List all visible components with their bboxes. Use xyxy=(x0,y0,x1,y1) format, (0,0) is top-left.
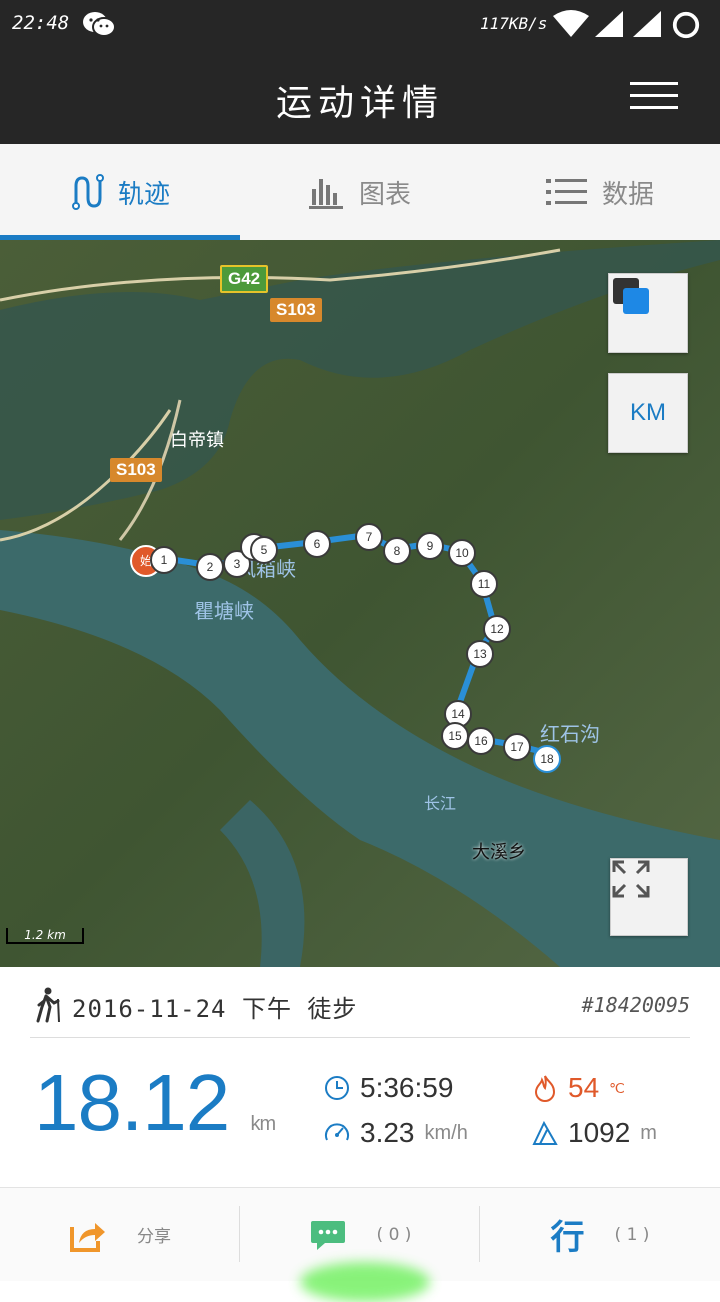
signal-icon xyxy=(595,11,623,37)
duration-stat: 5:36:59 xyxy=(324,1072,453,1104)
activity-summary: 2016-11-24 下午 徒步 #18420095 18.12 km 5:36… xyxy=(0,967,720,1187)
share-label: 分享 xyxy=(137,1227,171,1247)
speedometer-icon xyxy=(325,1123,349,1141)
fullscreen-button[interactable] xyxy=(610,858,688,936)
road-label: S103 xyxy=(110,458,162,482)
route-marker[interactable]: 8 xyxy=(383,537,411,565)
home-indicator-glow xyxy=(300,1262,430,1302)
route-marker[interactable]: 1 xyxy=(150,546,178,574)
speed-unit: km/h xyxy=(424,1121,468,1144)
app-bar: 运动详情 xyxy=(0,48,720,144)
comment-icon xyxy=(310,1220,345,1250)
route-marker[interactable]: 5 xyxy=(250,536,278,564)
map-view[interactable]: G42 S103 S103 白帝镇 瞿塘峡 风箱峡 红石沟 长江 大溪乡 始 1… xyxy=(0,240,720,967)
status-time: 22:48 xyxy=(12,12,70,34)
status-bar: 22:48 117KB/s xyxy=(0,0,720,48)
route-marker[interactable]: 16 xyxy=(467,727,495,755)
place-label: 白帝镇 xyxy=(170,430,224,451)
map-layer-button[interactable] xyxy=(608,273,688,353)
tab-track[interactable]: 轨迹 xyxy=(0,144,240,240)
fullscreen-icon xyxy=(612,860,650,898)
distance-value: 18.12 km xyxy=(34,1057,276,1149)
activity-date: 2016-11-24 下午 徒步 xyxy=(72,995,358,1023)
route-marker[interactable]: 17 xyxy=(503,733,531,761)
share-icon xyxy=(70,1222,105,1252)
elevation-unit: m xyxy=(640,1121,657,1144)
elevation-value: 1092 xyxy=(568,1117,631,1148)
temperature-unit: ℃ xyxy=(609,1079,625,1096)
track-icon xyxy=(71,174,104,210)
wifi-icon xyxy=(553,10,589,37)
xing-label: 行 xyxy=(550,1218,585,1258)
end-marker[interactable]: 18 xyxy=(533,745,561,773)
place-label: 大溪乡 xyxy=(472,842,526,863)
road-label: G42 xyxy=(220,265,269,293)
summary-header: 2016-11-24 下午 徒步 #18420095 xyxy=(30,985,690,1038)
signal-icon xyxy=(633,11,661,37)
elevation-stat: 1092 m xyxy=(532,1117,657,1149)
tab-track-label: 轨迹 xyxy=(117,179,170,210)
tab-bar: 轨迹 图表 数据 xyxy=(0,144,720,240)
mountain-icon xyxy=(532,1120,558,1145)
distance-unit: km xyxy=(250,1113,276,1135)
route-marker[interactable]: 10 xyxy=(448,539,476,567)
tab-data[interactable]: 数据 xyxy=(480,144,720,240)
duration-value: 5:36:59 xyxy=(360,1072,454,1103)
tab-data-label: 数据 xyxy=(601,179,654,210)
route-marker[interactable]: 15 xyxy=(441,722,469,750)
xing-button[interactable]: 行 ( 1 ) xyxy=(480,1188,720,1281)
road-label: S103 xyxy=(270,298,322,322)
network-speed: 117KB/s xyxy=(480,14,548,33)
bar-chart-icon xyxy=(308,179,343,209)
wechat-icon xyxy=(83,12,116,37)
temperature-value: 54 xyxy=(568,1072,600,1103)
tab-chart-label: 图表 xyxy=(358,179,411,210)
record-id: #18420095 xyxy=(581,993,690,1017)
flame-icon xyxy=(534,1075,556,1102)
list-icon xyxy=(545,179,587,205)
route-marker[interactable]: 12 xyxy=(483,615,511,643)
hiking-icon xyxy=(36,987,60,1023)
route-marker[interactable]: 6 xyxy=(303,530,331,558)
battery-ring-icon xyxy=(672,11,700,39)
temperature-stat: 54 ℃ xyxy=(532,1072,625,1104)
place-label: 瞿塘峡 xyxy=(194,599,254,623)
route-marker[interactable]: 2 xyxy=(196,553,224,581)
tab-chart[interactable]: 图表 xyxy=(240,144,480,240)
unit-toggle-button[interactable]: KM xyxy=(608,373,688,453)
map-scale: 1.2 km xyxy=(6,928,84,944)
distance-number: 18.12 xyxy=(34,1058,230,1147)
map-layer-icon xyxy=(613,278,649,314)
share-button[interactable]: 分享 xyxy=(0,1188,240,1281)
page-title: 运动详情 xyxy=(275,83,444,124)
comment-count: ( 0 ) xyxy=(376,1224,412,1245)
speed-value: 3.23 xyxy=(360,1117,415,1148)
route-marker[interactable]: 9 xyxy=(416,532,444,560)
xing-count: ( 1 ) xyxy=(614,1224,650,1245)
hamburger-menu-icon[interactable] xyxy=(630,82,678,112)
place-label: 长江 xyxy=(424,794,457,813)
speed-stat: 3.23 km/h xyxy=(324,1117,468,1149)
route-marker[interactable]: 11 xyxy=(470,570,498,598)
route-marker[interactable]: 13 xyxy=(466,640,494,668)
clock-icon xyxy=(325,1076,349,1100)
place-label: 红石沟 xyxy=(540,722,600,746)
route-marker[interactable]: 7 xyxy=(355,523,383,551)
